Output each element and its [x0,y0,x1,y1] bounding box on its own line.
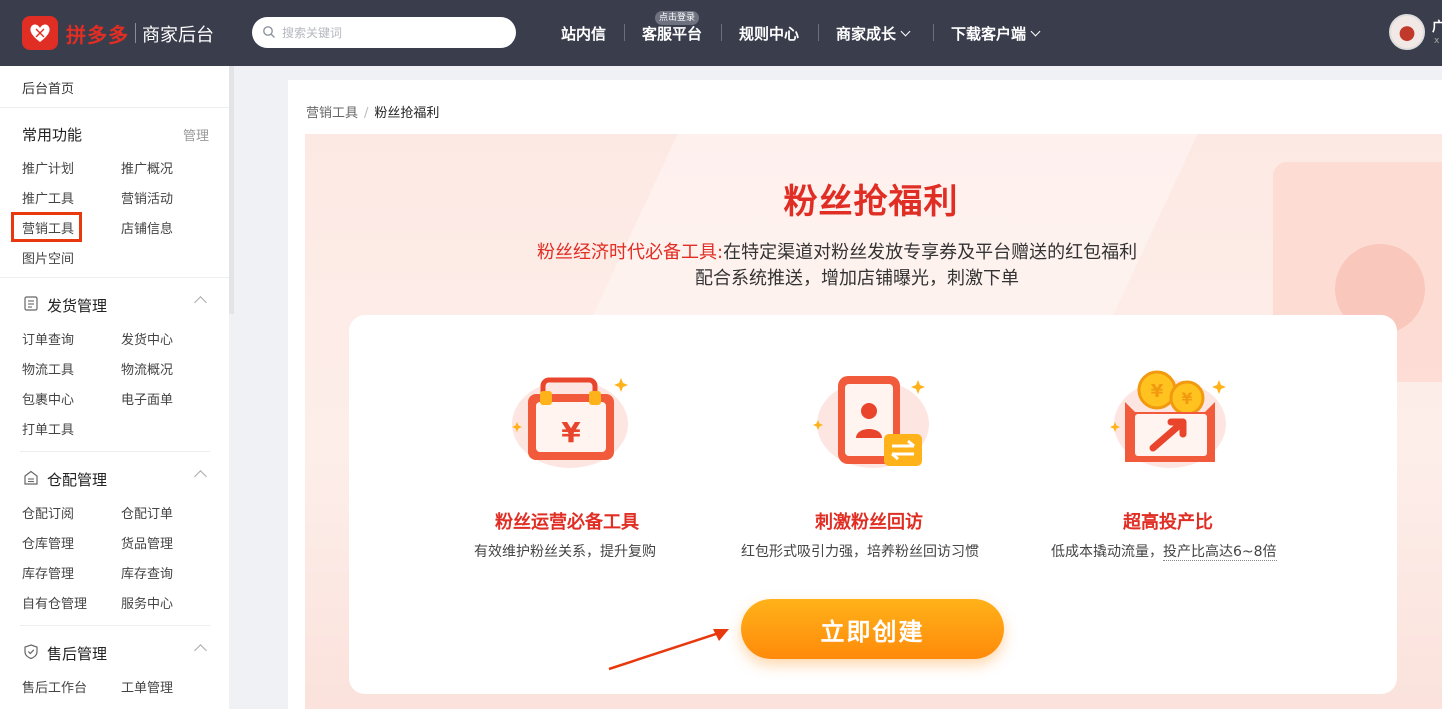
sidebar-item-own-warehouse[interactable]: 自有仓管理 [22,593,87,612]
section-title-shipping[interactable]: 发货管理 [47,295,107,316]
sidebar-item-service-center[interactable]: 服务中心 [121,593,173,612]
feature-title: 超高投产比 [1123,512,1213,533]
feature-desc: 有效维护粉丝关系，提升复购 [474,544,656,560]
divider [0,277,229,278]
feature-desc-prefix: 低成本撬动流量， [1051,544,1163,560]
nav-messages[interactable]: 站内信 [561,23,606,44]
banner-subtitle-line2: 配合系统推送，增加店铺曝光，刺激下单 [695,268,1019,289]
phone-user-exchange-icon [813,376,929,468]
nav-download-client[interactable]: 下载客户端 [951,23,1041,44]
warehouse-icon [24,470,38,485]
nav-merchant-growth-label: 商家成长 [836,25,897,43]
sidebar-item-print-tools[interactable]: 打单工具 [22,419,74,438]
banner-decoration [584,134,1226,334]
sidebar-item-stock-query[interactable]: 库存查询 [121,563,173,582]
subtitle-highlight: 粉丝经济时代必备工具: [537,242,724,263]
divider [20,451,210,452]
roi-highlight[interactable]: 投产比高达6~8倍 [1163,544,1277,561]
sidebar-item-e-waybill[interactable]: 电子面单 [121,389,173,408]
shield-check-icon [24,644,38,659]
svg-text:¥: ¥ [1181,389,1192,408]
sidebar-item-stock-manage[interactable]: 库存管理 [22,563,74,582]
breadcrumb: 营销工具 / 粉丝抢福利 [306,102,439,121]
breadcrumb-parent[interactable]: 营销工具 [306,106,358,121]
sidebar-item-goods-manage[interactable]: 货品管理 [121,533,173,552]
svg-text:¥: ¥ [1151,381,1164,402]
section-title-warehouse[interactable]: 仓配管理 [47,469,107,490]
feature-title: 刺激粉丝回访 [815,512,923,533]
sidebar-item-order-query[interactable]: 订单查询 [22,329,74,348]
search-input[interactable] [282,23,502,43]
sidebar-item-warehouse-subscribe[interactable]: 仓配订阅 [22,503,74,522]
coin-box-growth-icon: ¥ ¥ [1110,370,1226,468]
divider [0,107,229,108]
nav-divider [721,24,722,41]
svg-text:¥: ¥ [561,416,581,449]
breadcrumb-separator: / [364,106,369,121]
nav-download-client-label: 下载客户端 [951,25,1027,43]
document-icon [24,296,38,311]
brand-divider [135,23,136,43]
annotation-arrow-icon [608,629,729,671]
search-icon [263,26,275,38]
sidebar-item-shipping-center[interactable]: 发货中心 [121,329,173,348]
sidebar-item-logistics-overview[interactable]: 物流概况 [121,359,173,378]
brand-subtitle[interactable]: 商家后台 [142,21,214,47]
sidebar-item-warehouse-orders[interactable]: 仓配订单 [121,503,173,522]
chevron-down-icon [900,26,911,37]
sidebar-item-logistics-tools[interactable]: 物流工具 [22,359,74,378]
feature-desc: 红包形式吸引力强，培养粉丝回访习惯 [741,544,979,560]
sidebar-item-aftersale-desk[interactable]: 售后工作台 [22,677,87,696]
chevron-down-icon [1030,26,1041,37]
sidebar-item-image-space[interactable]: 图片空间 [22,248,74,267]
manage-link[interactable]: 管理 [183,125,209,144]
nav-merchant-growth[interactable]: 商家成长 [836,23,911,44]
divider [20,625,210,626]
subtitle-text: 在特定渠道对粉丝发放专享券及平台赠送的红包福利 [723,242,1138,263]
search-box[interactable] [252,17,516,48]
sidebar-item-home[interactable]: 后台首页 [22,78,74,97]
user-name[interactable]: 广 [1432,16,1442,35]
section-title-aftersale[interactable]: 售后管理 [47,643,107,664]
banner-subtitle: 粉丝经济时代必备工具:在特定渠道对粉丝发放专享券及平台赠送的红包福利 [537,238,1137,264]
feature-title: 粉丝运营必备工具 [495,512,639,533]
feature-desc: 低成本撬动流量，投产比高达6~8倍 [1051,541,1277,561]
nav-divider [933,24,934,41]
nav-rules-center[interactable]: 规则中心 [739,23,799,44]
toolbox-yuan-icon: ¥ [512,377,628,468]
page-title: 粉丝抢福利 [783,182,959,222]
sidebar-item-ticket-manage[interactable]: 工单管理 [121,677,173,696]
brand-name[interactable]: 拼多多 [66,19,129,48]
nav-customer-service[interactable]: 客服平台 [642,23,702,44]
avatar[interactable] [1389,14,1425,50]
nav-divider [818,24,819,41]
create-now-button[interactable]: 立即创建 [741,599,1004,659]
sidebar-item-package-center[interactable]: 包裹中心 [22,389,74,408]
breadcrumb-current: 粉丝抢福利 [374,106,440,121]
pdd-logo-icon[interactable] [22,16,58,50]
user-sub: x [1434,36,1440,46]
nav-divider [624,24,625,41]
section-title-common: 常用功能 [22,126,83,144]
sidebar-item-warehouse-manage[interactable]: 仓库管理 [22,533,74,552]
